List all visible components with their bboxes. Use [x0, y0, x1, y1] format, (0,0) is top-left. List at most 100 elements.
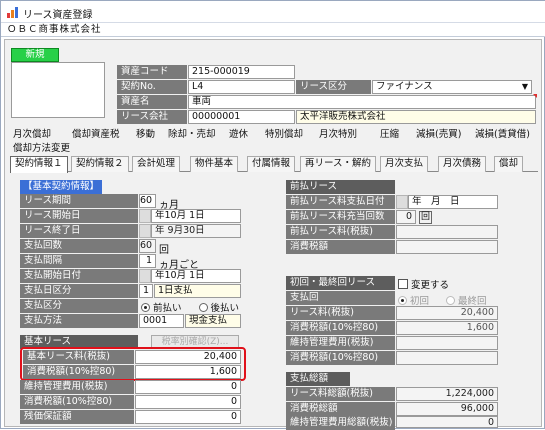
lease-company-name: 太平洋販売株式会社 [296, 110, 536, 124]
asset-name-label: 資産名 [117, 95, 187, 109]
prepay-count-field: 0 [396, 210, 416, 224]
payment-type-radio-group: 前払い 後払い [141, 300, 239, 314]
prepay-lease-header: 前払リース [286, 180, 395, 194]
payment-count-label: 支払回数 [20, 239, 138, 253]
if-lease-fee-label: リース料(税抜) [286, 306, 395, 320]
tab-depreciation[interactable]: 償却 [494, 156, 524, 172]
total-tax-label: 消費税総額 [286, 402, 395, 416]
contract-no-label: 契約No. [117, 80, 187, 94]
tab-impairment-lease[interactable]: 減損(賃貸借) [475, 127, 530, 143]
tab-special-depreciation[interactable]: 特別償却 [265, 127, 303, 143]
if-maintenance-tax-label: 消費税額(10%控80) [286, 351, 395, 365]
asset-name-field[interactable]: 車両 [188, 95, 536, 109]
tab-attached-info[interactable]: 付属情報 [247, 156, 296, 172]
postpay-radio-label: 後払い [210, 303, 240, 314]
highlight-box [20, 347, 246, 381]
payment-day-type-label: 支払日区分 [20, 284, 138, 298]
tab-monthly-special[interactable]: 月次特別 [319, 127, 357, 143]
basic-contract-section-title: 【基本契約情報】 [20, 180, 102, 194]
prepay-fee-field [396, 225, 498, 239]
payment-day-type-field[interactable]: 1 [139, 284, 153, 298]
lease-end-field: 年 9月30日 [151, 224, 241, 238]
maintenance-tax-label: 消費税額(10%控80) [20, 395, 134, 409]
payment-total-header: 支払総額 [286, 372, 350, 386]
company-name: ＯＢＣ商事株式会社 [1, 23, 545, 37]
lease-start-field[interactable]: 年10月 1日 [151, 209, 241, 223]
payment-round-radio-group: 初回 最終回 [398, 293, 487, 307]
prepay-date-field[interactable]: 年 月 日 [408, 195, 498, 209]
tab-monthly-payment[interactable]: 月次支払 [380, 156, 429, 172]
payment-count-unit: 回 [159, 245, 169, 256]
payment-round-label: 支払回 [286, 291, 395, 305]
lease-end-label: リース終了日 [20, 224, 138, 238]
postpay-radio[interactable]: 後払い [198, 303, 240, 314]
lease-period-label: リース期間 [20, 194, 138, 208]
radio-selected-icon [398, 296, 407, 305]
radio-selected-icon [141, 303, 150, 312]
lease-period-field[interactable]: 60 [139, 194, 156, 208]
tab-contract-info-2[interactable]: 契約情報２ [71, 156, 129, 172]
tab-disposal-sale[interactable]: 除却・売却 [168, 127, 216, 143]
tab-idle[interactable]: 遊休 [229, 127, 248, 143]
maintenance-cost-field[interactable]: 0 [135, 380, 241, 394]
tab-contract-info-1[interactable]: 契約情報１ [10, 156, 68, 173]
initial-final-header: 初回・最終回リース [286, 276, 395, 290]
lease-company-code-field[interactable]: 00000001 [188, 110, 295, 124]
payment-type-label: 支払区分 [20, 299, 138, 313]
payment-interval-field[interactable]: 1 [139, 254, 156, 268]
tab-accounting[interactable]: 会計処理 [132, 156, 181, 172]
change-checkbox-label: 変更する [411, 280, 450, 291]
tab-item-basic[interactable]: 物件基本 [190, 156, 239, 172]
detail-tabs: 契約情報１ 契約情報２ 会計処理 物件基本 付属情報 再リース・解約 月次支払 … [10, 156, 538, 173]
title-bar: リース資産登録 [1, 1, 545, 23]
asset-photo-area[interactable] [11, 62, 105, 118]
residual-guarantee-label: 残価保証額 [20, 410, 134, 424]
if-maintenance-label: 維持管理費用(税抜) [286, 336, 395, 350]
contract-no-field[interactable]: L4 [188, 80, 295, 94]
asset-code-field[interactable]: 215-000019 [188, 65, 295, 79]
prepay-date-label: 前払リース料支払日付 [286, 195, 395, 209]
payment-start-label: 支払開始日付 [20, 269, 138, 283]
required-marker-icon [533, 94, 537, 98]
lease-end-era [139, 224, 151, 238]
total-lease-fee-field: 1,224,000 [396, 387, 498, 401]
lease-type-label: リース区分 [296, 80, 371, 94]
window-title: リース資産登録 [23, 10, 93, 21]
asset-code-label: 資産コード [117, 65, 187, 79]
window: リース資産登録 ＯＢＣ商事株式会社 新規 資産コード 215-000019 契約… [0, 0, 545, 430]
maintenance-cost-label: 維持管理費用(税抜) [20, 380, 134, 394]
app-icon [7, 7, 18, 18]
tab-transfer[interactable]: 移動 [136, 127, 155, 143]
payment-method-code-field[interactable]: 0001 [139, 314, 184, 328]
prepay-tax-field [396, 240, 498, 254]
prepay-tax-label: 消費税額 [286, 240, 395, 254]
lease-start-label: リース開始日 [20, 209, 138, 223]
tab-compression[interactable]: 圧縮 [380, 127, 399, 143]
if-lease-fee-field: 20,400 [396, 306, 498, 320]
if-maintenance-field [396, 336, 498, 350]
tab-impairment-sale[interactable]: 減損(売買) [416, 127, 461, 143]
total-lease-fee-label: リース料総額(税抜) [286, 387, 395, 401]
checkbox-icon [398, 279, 408, 289]
maintenance-tax-field[interactable]: 0 [135, 395, 241, 409]
tab-monthly-debt[interactable]: 月次債務 [438, 156, 487, 172]
payment-day-type-name: 1日支払 [154, 284, 241, 298]
payment-start-field[interactable]: 年10月 1日 [151, 269, 241, 283]
prepay-count-unit: 回 [419, 211, 433, 224]
tab-depreciation-method-change[interactable]: 償却方法変更 [13, 141, 70, 157]
prepay-radio[interactable]: 前払い [141, 303, 182, 314]
prepay-count-label: 前払リース料充当回数 [286, 210, 395, 224]
lease-type-select[interactable]: ファイナンス ▼ [372, 80, 532, 94]
tab-depreciable-asset-tax[interactable]: 償却資産税 [72, 127, 120, 143]
payment-interval-label: 支払間隔 [20, 254, 138, 268]
change-checkbox[interactable]: 変更する [398, 277, 449, 291]
tab-relese-cancel[interactable]: 再リース・解約 [300, 156, 377, 172]
total-tax-field: 96,000 [396, 402, 498, 416]
payment-start-era [139, 269, 151, 283]
chevron-down-icon: ▼ [521, 82, 528, 91]
residual-guarantee-field[interactable]: 0 [135, 410, 241, 424]
prepay-fee-label: 前払リース料(税抜) [286, 225, 395, 239]
total-maintenance-field: 0 [396, 416, 498, 428]
payment-method-label: 支払方法 [20, 314, 138, 328]
lease-company-label: リース会社 [117, 110, 187, 124]
